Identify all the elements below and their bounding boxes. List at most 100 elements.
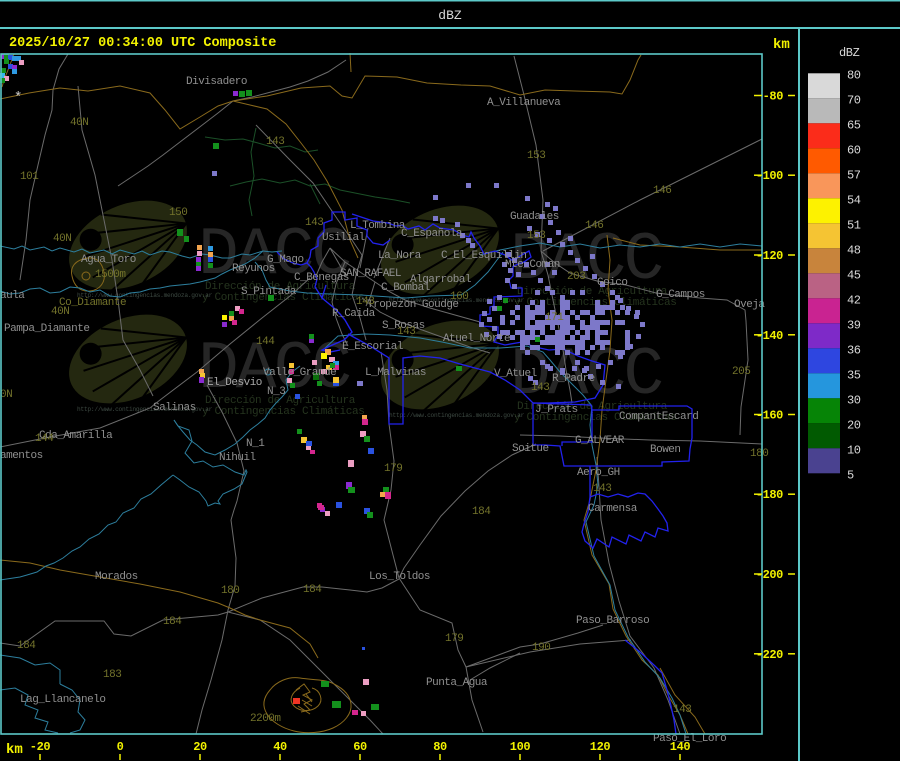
svg-text:Oveja: Oveja (734, 299, 765, 311)
svg-text:153: 153 (527, 230, 545, 242)
svg-text:143: 143 (593, 483, 611, 495)
svg-text:A_Villanueva: A_Villanueva (487, 97, 561, 109)
svg-text:65: 65 (847, 118, 861, 132)
svg-text:dBZ: dBZ (839, 46, 860, 60)
svg-text:101: 101 (20, 171, 39, 183)
svg-text:171: 171 (545, 312, 564, 324)
svg-text:-120: -120 (756, 249, 783, 263)
svg-text:2025/10/27 00:34:00 UTC Compos: 2025/10/27 00:34:00 UTC Composite (9, 36, 276, 51)
svg-text:146: 146 (653, 185, 671, 197)
svg-text:-180: -180 (756, 488, 783, 502)
svg-text:70: 70 (847, 93, 861, 107)
svg-text:Soitue: Soitue (512, 443, 549, 455)
svg-text:-100: -100 (756, 169, 783, 183)
svg-text:Paso_Barroso: Paso_Barroso (576, 615, 649, 627)
svg-text:36: 36 (847, 343, 861, 357)
svg-text:40: 40 (273, 740, 287, 754)
svg-text:54: 54 (847, 193, 861, 207)
svg-text:60: 60 (353, 740, 367, 754)
svg-text:2200m: 2200m (250, 713, 281, 725)
svg-text:*: * (14, 90, 22, 106)
svg-text:Atuel_Norte: Atuel_Norte (443, 333, 510, 345)
svg-text:80: 80 (847, 68, 861, 82)
svg-text:Divisadero: Divisadero (186, 76, 247, 88)
svg-text:Los_Toldos: Los_Toldos (369, 571, 430, 583)
svg-text:48: 48 (847, 243, 861, 257)
svg-text:180: 180 (221, 585, 239, 597)
svg-text:40N: 40N (53, 233, 71, 245)
svg-text:N_3: N_3 (267, 386, 285, 398)
svg-text:144: 144 (35, 433, 54, 445)
svg-text:150: 150 (169, 207, 187, 219)
svg-text:-80: -80 (763, 90, 784, 104)
svg-text:100: 100 (510, 740, 531, 754)
svg-text:184: 184 (163, 616, 182, 628)
svg-text:Carmensa: Carmensa (588, 503, 638, 515)
svg-text:SAN_RAFAEL: SAN_RAFAEL (340, 268, 401, 280)
svg-text:184: 184 (303, 584, 322, 596)
svg-text:10: 10 (847, 443, 861, 457)
svg-text:203: 203 (567, 271, 585, 283)
svg-text:CompantEscard: CompantEscard (619, 411, 698, 423)
svg-text:C_Bombal: C_Bombal (381, 282, 430, 294)
svg-text:N_1: N_1 (246, 438, 265, 450)
svg-text:-160: -160 (756, 409, 783, 423)
svg-text:km: km (6, 742, 23, 758)
svg-text:80: 80 (433, 740, 447, 754)
svg-text:Goico: Goico (597, 277, 628, 289)
svg-text:amentos: amentos (0, 450, 43, 462)
svg-text:Aero_GH: Aero_GH (577, 467, 620, 479)
svg-text:180: 180 (750, 448, 768, 460)
svg-text:-140: -140 (756, 329, 783, 343)
svg-text:G_ALVEAR: G_ALVEAR (575, 435, 625, 447)
svg-text:20: 20 (193, 740, 207, 754)
svg-text:20: 20 (847, 418, 861, 432)
svg-text:S_Pintada: S_Pintada (241, 286, 297, 298)
svg-text:R_Padre: R_Padre (552, 373, 595, 385)
svg-text:Usilial: Usilial (322, 232, 365, 244)
svg-text:Punta_Agua: Punta_Agua (426, 677, 488, 689)
svg-text:205: 205 (732, 366, 750, 378)
svg-text:39: 39 (847, 318, 861, 332)
svg-text:-220: -220 (756, 648, 783, 662)
svg-text:L_Tombina: L_Tombina (350, 220, 406, 232)
svg-text:Tropezon Goudge: Tropezon Goudge (367, 299, 459, 311)
svg-text:30: 30 (847, 393, 861, 407)
svg-text:km: km (773, 37, 790, 53)
svg-text:179: 179 (445, 633, 463, 645)
svg-text:Morados: Morados (95, 571, 138, 583)
svg-text:51: 51 (847, 218, 861, 232)
svg-text:42: 42 (847, 293, 861, 307)
svg-text:143: 143 (397, 326, 415, 338)
svg-text:143: 143 (266, 136, 284, 148)
svg-text:57: 57 (847, 168, 861, 182)
svg-text:35: 35 (847, 368, 861, 382)
svg-text:G_Mago: G_Mago (267, 254, 304, 266)
svg-text:Guadales: Guadales (510, 211, 559, 223)
svg-text:184: 184 (17, 640, 36, 652)
svg-text:143: 143 (305, 217, 323, 229)
svg-text:40N: 40N (70, 117, 88, 129)
svg-text:153: 153 (527, 150, 545, 162)
svg-text:0N: 0N (0, 389, 12, 401)
svg-text:184: 184 (472, 506, 491, 518)
svg-text:dBZ: dBZ (438, 8, 462, 23)
svg-text:160: 160 (450, 291, 468, 303)
svg-text:5: 5 (847, 468, 854, 482)
svg-text:140: 140 (670, 740, 691, 754)
svg-text:143: 143 (531, 382, 549, 394)
svg-text:190: 190 (532, 642, 550, 654)
svg-text:V_Atuel: V_Atuel (494, 368, 537, 380)
svg-text:120: 120 (590, 740, 611, 754)
svg-text:146: 146 (585, 220, 603, 232)
svg-text:0: 0 (117, 740, 124, 754)
svg-text:-200: -200 (756, 568, 783, 582)
svg-text:1500m: 1500m (95, 269, 126, 281)
svg-text:Co_Diamante: Co_Diamante (59, 297, 126, 309)
svg-text:El_Desvio: El_Desvio (207, 377, 262, 389)
svg-text:E_Escorial: E_Escorial (342, 341, 403, 353)
svg-text:G_Campos: G_Campos (656, 289, 705, 301)
svg-text:144: 144 (256, 336, 275, 348)
svg-text:-20: -20 (30, 740, 51, 754)
svg-text:Pampa_Diamante: Pampa_Diamante (4, 323, 89, 335)
